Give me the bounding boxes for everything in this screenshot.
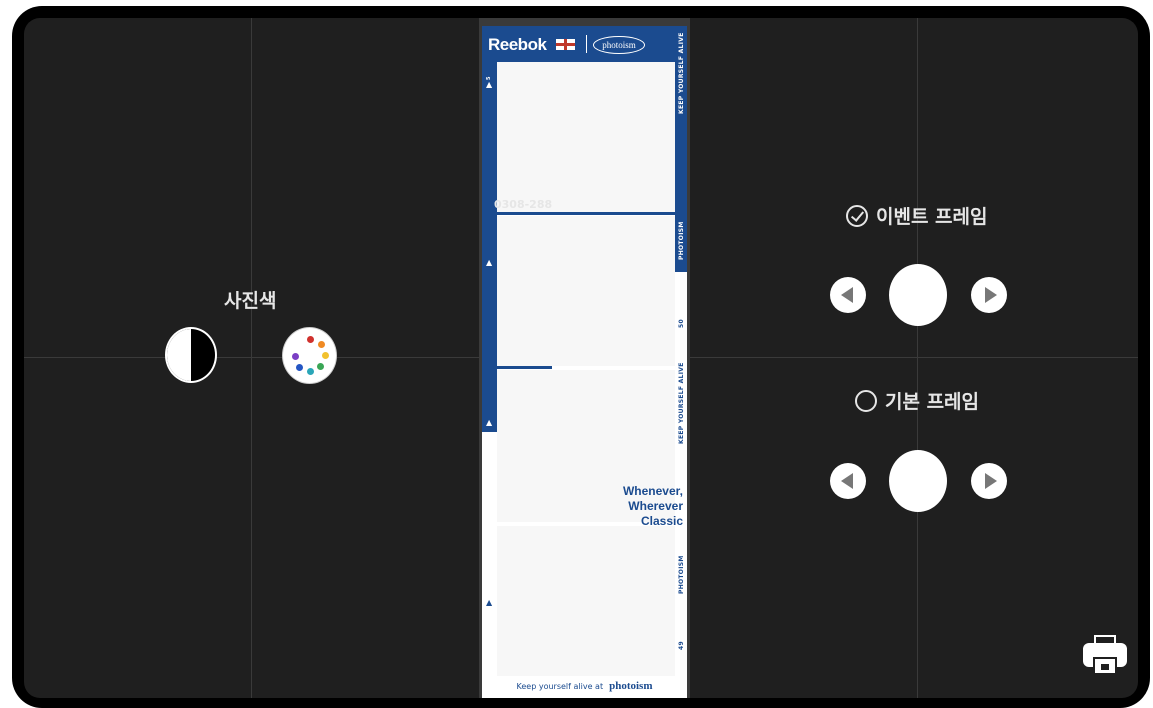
arrow-left-icon <box>841 473 853 489</box>
event-prev-button[interactable] <box>830 277 866 313</box>
photo-color-label: 사진색 <box>224 290 277 312</box>
contrast-icon <box>167 329 191 381</box>
triangle-marker-icon: ▲ <box>486 418 493 427</box>
side-text: KEEP YOURSELF ALIVE <box>678 362 685 444</box>
radio-empty-icon <box>855 389 877 412</box>
arrow-right-icon <box>985 473 997 489</box>
print-button[interactable] <box>1083 633 1127 677</box>
strip-header: Reebok photoism <box>482 26 687 62</box>
basic-next-button[interactable] <box>971 463 1007 499</box>
photoism-wordmark: photoism <box>609 680 653 692</box>
arrow-left-icon <box>841 287 853 303</box>
strip-footer: Keep yourself alive at photoism <box>516 680 653 692</box>
grid-line <box>690 357 1138 358</box>
grid-line <box>251 18 252 698</box>
tagline: Whenever, Wherever Classic <box>622 484 683 528</box>
frame-number: 50 <box>678 319 685 328</box>
basic-prev-button[interactable] <box>830 463 866 499</box>
frame-number: 49 <box>678 641 685 650</box>
palette-button[interactable] <box>282 327 337 384</box>
triangle-marker-icon: ▲ <box>486 80 493 89</box>
photo-strip-preview: Reebok photoism ▲ 5 ▲ ▲ ▲ KEEP YOURSELF … <box>479 18 690 698</box>
kiosk-screen: 사진색 Reebok photoism ▲ 5 ▲ ▲ ▲ KEEP YOURS… <box>24 18 1138 698</box>
grid-line <box>24 357 479 358</box>
triangle-marker-icon: ▲ <box>486 598 493 607</box>
basic-frame-option[interactable]: 기본 프레임 <box>855 387 979 414</box>
event-frame-label: 이벤트 프레임 <box>876 206 988 228</box>
photo-slot-4 <box>497 526 675 676</box>
brand-logo: Reebok <box>488 35 547 54</box>
photoism-logo: photoism <box>593 36 645 54</box>
basic-frame-label: 기본 프레임 <box>885 391 980 413</box>
uk-flag-icon <box>556 39 575 50</box>
contrast-button[interactable] <box>165 327 217 383</box>
check-circle-icon <box>846 204 868 227</box>
event-frame-preview[interactable] <box>889 264 947 326</box>
event-next-button[interactable] <box>971 277 1007 313</box>
overlay-code: 0308-288 <box>494 198 553 211</box>
grid-line <box>917 18 918 698</box>
triangle-marker-icon: ▲ <box>486 258 493 267</box>
side-text: PHOTOISM <box>678 221 685 260</box>
side-text: KEEP YOURSELF ALIVE <box>678 32 685 114</box>
arrow-right-icon <box>985 287 997 303</box>
event-frame-option[interactable]: 이벤트 프레임 <box>846 202 988 229</box>
side-text: PHOTOISM <box>678 555 685 594</box>
strip-left-band <box>482 62 497 432</box>
basic-frame-preview[interactable] <box>889 450 947 512</box>
photo-slot-2 <box>497 216 675 366</box>
photo-slot-1 <box>497 62 675 212</box>
